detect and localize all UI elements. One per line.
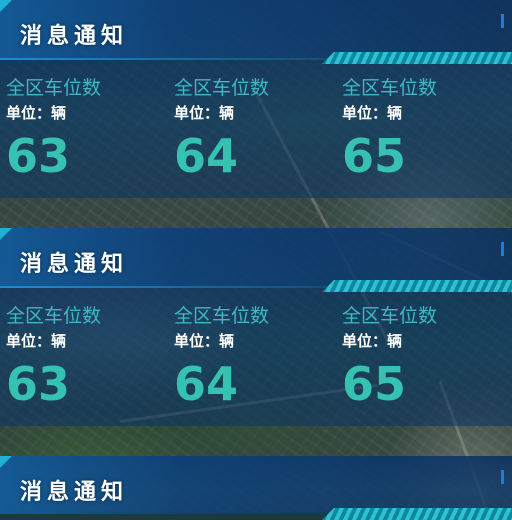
stat-card: 全区车位数 单位：辆 65 bbox=[342, 304, 502, 410]
stripe-decoration bbox=[322, 508, 512, 520]
stat-unit: 单位：辆 bbox=[6, 332, 67, 350]
stat-unit: 单位：辆 bbox=[6, 104, 67, 122]
stat-unit: 单位：辆 bbox=[342, 104, 403, 122]
stat-card: 全区车位数 单位：辆 64 bbox=[174, 304, 334, 410]
notification-panel: 消息通知 全区车位数 单位：辆 63 全区车位数 单位：辆 64 全区车位数 单… bbox=[0, 228, 512, 426]
stat-card: 全区车位数 单位：辆 63 bbox=[6, 76, 166, 182]
title-underline bbox=[0, 58, 340, 60]
stripe-decoration bbox=[322, 280, 512, 292]
stat-value: 63 bbox=[6, 129, 71, 183]
stat-label: 全区车位数 bbox=[342, 77, 438, 99]
edge-marker bbox=[501, 242, 504, 256]
stat-value: 64 bbox=[174, 357, 239, 411]
stat-label: 全区车位数 bbox=[174, 77, 270, 99]
corner-decoration bbox=[0, 228, 12, 240]
panel-title: 消息通知 bbox=[20, 24, 129, 49]
title-underline bbox=[0, 286, 340, 288]
edge-marker bbox=[501, 14, 504, 28]
stat-card: 全区车位数 单位：辆 64 bbox=[174, 76, 334, 182]
stat-value: 65 bbox=[342, 129, 407, 183]
corner-decoration bbox=[0, 456, 12, 468]
edge-marker bbox=[501, 470, 504, 484]
stat-unit: 单位：辆 bbox=[174, 332, 235, 350]
panel-title: 消息通知 bbox=[20, 252, 129, 277]
stat-value: 65 bbox=[342, 357, 407, 411]
stripe-decoration bbox=[322, 52, 512, 64]
stat-card: 全区车位数 单位：辆 65 bbox=[342, 76, 502, 182]
stat-label: 全区车位数 bbox=[6, 77, 102, 99]
stat-label: 全区车位数 bbox=[342, 305, 438, 327]
corner-decoration bbox=[0, 0, 12, 12]
notification-panel: 消息通知 bbox=[0, 456, 512, 520]
stat-card: 全区车位数 单位：辆 63 bbox=[6, 304, 166, 410]
stat-unit: 单位：辆 bbox=[174, 104, 235, 122]
stat-value: 63 bbox=[6, 357, 71, 411]
stat-unit: 单位：辆 bbox=[342, 332, 403, 350]
stat-label: 全区车位数 bbox=[6, 305, 102, 327]
notification-panel: 消息通知 全区车位数 单位：辆 63 全区车位数 单位：辆 64 全区车位数 单… bbox=[0, 0, 512, 198]
stat-value: 64 bbox=[174, 129, 239, 183]
stat-label: 全区车位数 bbox=[174, 305, 270, 327]
panel-title: 消息通知 bbox=[20, 480, 129, 505]
